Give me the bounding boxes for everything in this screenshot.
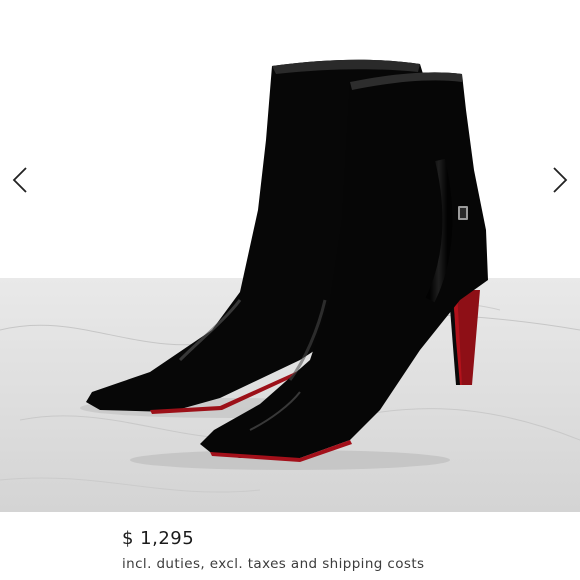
product-price: $ 1,295 <box>122 528 195 549</box>
chevron-right-icon <box>552 166 568 198</box>
previous-image-button[interactable] <box>0 160 40 204</box>
chevron-left-icon <box>12 166 28 198</box>
product-photo <box>0 0 580 512</box>
next-image-button[interactable] <box>540 160 580 204</box>
price-disclaimer: incl. duties, excl. taxes and shipping c… <box>122 556 425 572</box>
product-image-gallery <box>0 0 580 512</box>
